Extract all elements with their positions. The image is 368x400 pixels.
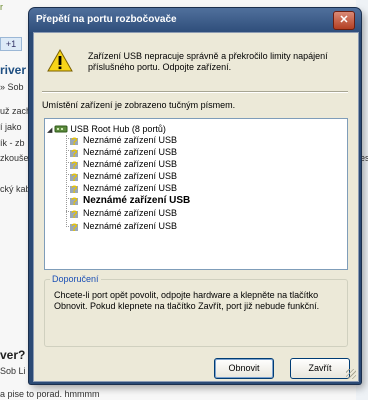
bg-snippet: cký kab xyxy=(0,184,31,194)
gplus-button[interactable]: +1 xyxy=(0,37,22,51)
bg-snippet: ík - zb xyxy=(0,138,25,148)
svg-text:?: ? xyxy=(71,172,78,182)
dialog-title: Přepětí na portu rozbočovače xyxy=(36,14,177,25)
tree-item-label: Neznámé zařízení USB xyxy=(83,208,178,218)
close-window-button[interactable]: ✕ xyxy=(333,11,355,30)
warning-icon xyxy=(47,49,73,72)
bg-snippet: zkouše xyxy=(0,153,29,163)
bg-footer-text: a pise to porad. hmmmm xyxy=(0,389,100,399)
unknown-device-icon: ? xyxy=(70,136,78,146)
unknown-device-icon: ? xyxy=(70,172,78,182)
tree-item-usb-device-faulty[interactable]: ? Neznámé zařízení USB xyxy=(67,194,190,206)
unknown-device-icon: ? xyxy=(70,209,78,219)
tree-item-label: Neznámé zařízení USB xyxy=(83,221,178,231)
tree-item-usb-device[interactable]: ? Neznámé zařízení USB xyxy=(67,134,177,146)
bg-snippet: už zach xyxy=(0,106,32,116)
bg-breadcrumb2[interactable]: Sob Li xyxy=(0,366,26,376)
svg-text:?: ? xyxy=(71,196,78,206)
svg-text:?: ? xyxy=(71,222,78,232)
unknown-device-icon: ? xyxy=(70,222,78,232)
collapse-arrow-icon[interactable]: ◢ xyxy=(47,127,52,134)
unknown-device-icon: ? xyxy=(70,184,78,194)
tree-item-label: Neznámé zařízení USB xyxy=(83,135,178,145)
unknown-device-icon: ? xyxy=(70,196,78,206)
usb-device-tree[interactable]: ◢ USB Root Hub (8 portů) ? Neznámé zařízen… xyxy=(44,118,348,270)
svg-text:?: ? xyxy=(71,184,78,194)
bg-heading2[interactable]: ver? xyxy=(0,348,25,362)
tree-item-label: Neznámé zařízení USB xyxy=(83,147,178,157)
tree-item-usb-device[interactable]: ? Neznámé zařízení USB xyxy=(67,220,177,232)
unknown-device-icon: ? xyxy=(70,160,78,170)
tree-item-label: Neznámé zařízení USB xyxy=(83,159,178,169)
resize-grip[interactable] xyxy=(346,369,356,379)
bg-snippet-right: es xyxy=(360,153,368,163)
bg-snippet: í jako xyxy=(0,122,22,132)
tree-item-usb-device[interactable]: ? Neznámé zařízení USB xyxy=(67,158,177,170)
tree-item-usb-device[interactable]: ? Neznámé zařízení USB xyxy=(67,207,177,219)
recommendation-label: Doporučení xyxy=(50,274,101,284)
recommendation-text: Chcete-li port opět povolit, odpojte har… xyxy=(54,290,320,311)
svg-text:?: ? xyxy=(71,209,78,219)
close-button[interactable]: Zavřít xyxy=(290,358,350,379)
svg-text:?: ? xyxy=(71,160,78,170)
tree-item-label: Neznámé zařízení USB xyxy=(83,171,178,181)
unknown-device-icon: ? xyxy=(70,148,78,158)
usb-overcurrent-dialog: Přepětí na portu rozbočovače ✕ Zařízení … xyxy=(29,8,361,384)
tree-item-usb-device[interactable]: ? Neznámé zařízení USB xyxy=(67,146,177,158)
svg-text:?: ? xyxy=(71,136,78,146)
bg-breadcrumb[interactable]: » Sob xyxy=(0,82,24,92)
dialog-body: Zařízení USB nepracuje správně a překroč… xyxy=(33,32,359,382)
title-bar[interactable]: Přepětí na portu rozbočovače ✕ xyxy=(29,8,361,32)
svg-text:?: ? xyxy=(71,148,78,158)
tree-item-usb-device[interactable]: ? Neznámé zařízení USB xyxy=(67,182,177,194)
tree-item-label: Neznámé zařízení USB xyxy=(83,195,191,206)
bg-heading[interactable]: river xyxy=(0,63,26,77)
separator xyxy=(42,91,348,93)
recommendation-group: Doporučení Chcete-li port opět povolit, … xyxy=(44,274,348,347)
tree-item-label: Neznámé zařízení USB xyxy=(83,183,178,193)
dialog-message: Zařízení USB nepracuje správně a překroč… xyxy=(88,51,328,72)
bg-top-text: r xyxy=(0,2,3,12)
tree-item-usb-device[interactable]: ? Neznámé zařízení USB xyxy=(67,170,177,182)
tree-root-label: USB Root Hub (8 portů) xyxy=(70,124,166,134)
info-text: Umístění zařízení je zobrazeno tučným pí… xyxy=(42,100,236,110)
refresh-button[interactable]: Obnovit xyxy=(214,358,274,379)
